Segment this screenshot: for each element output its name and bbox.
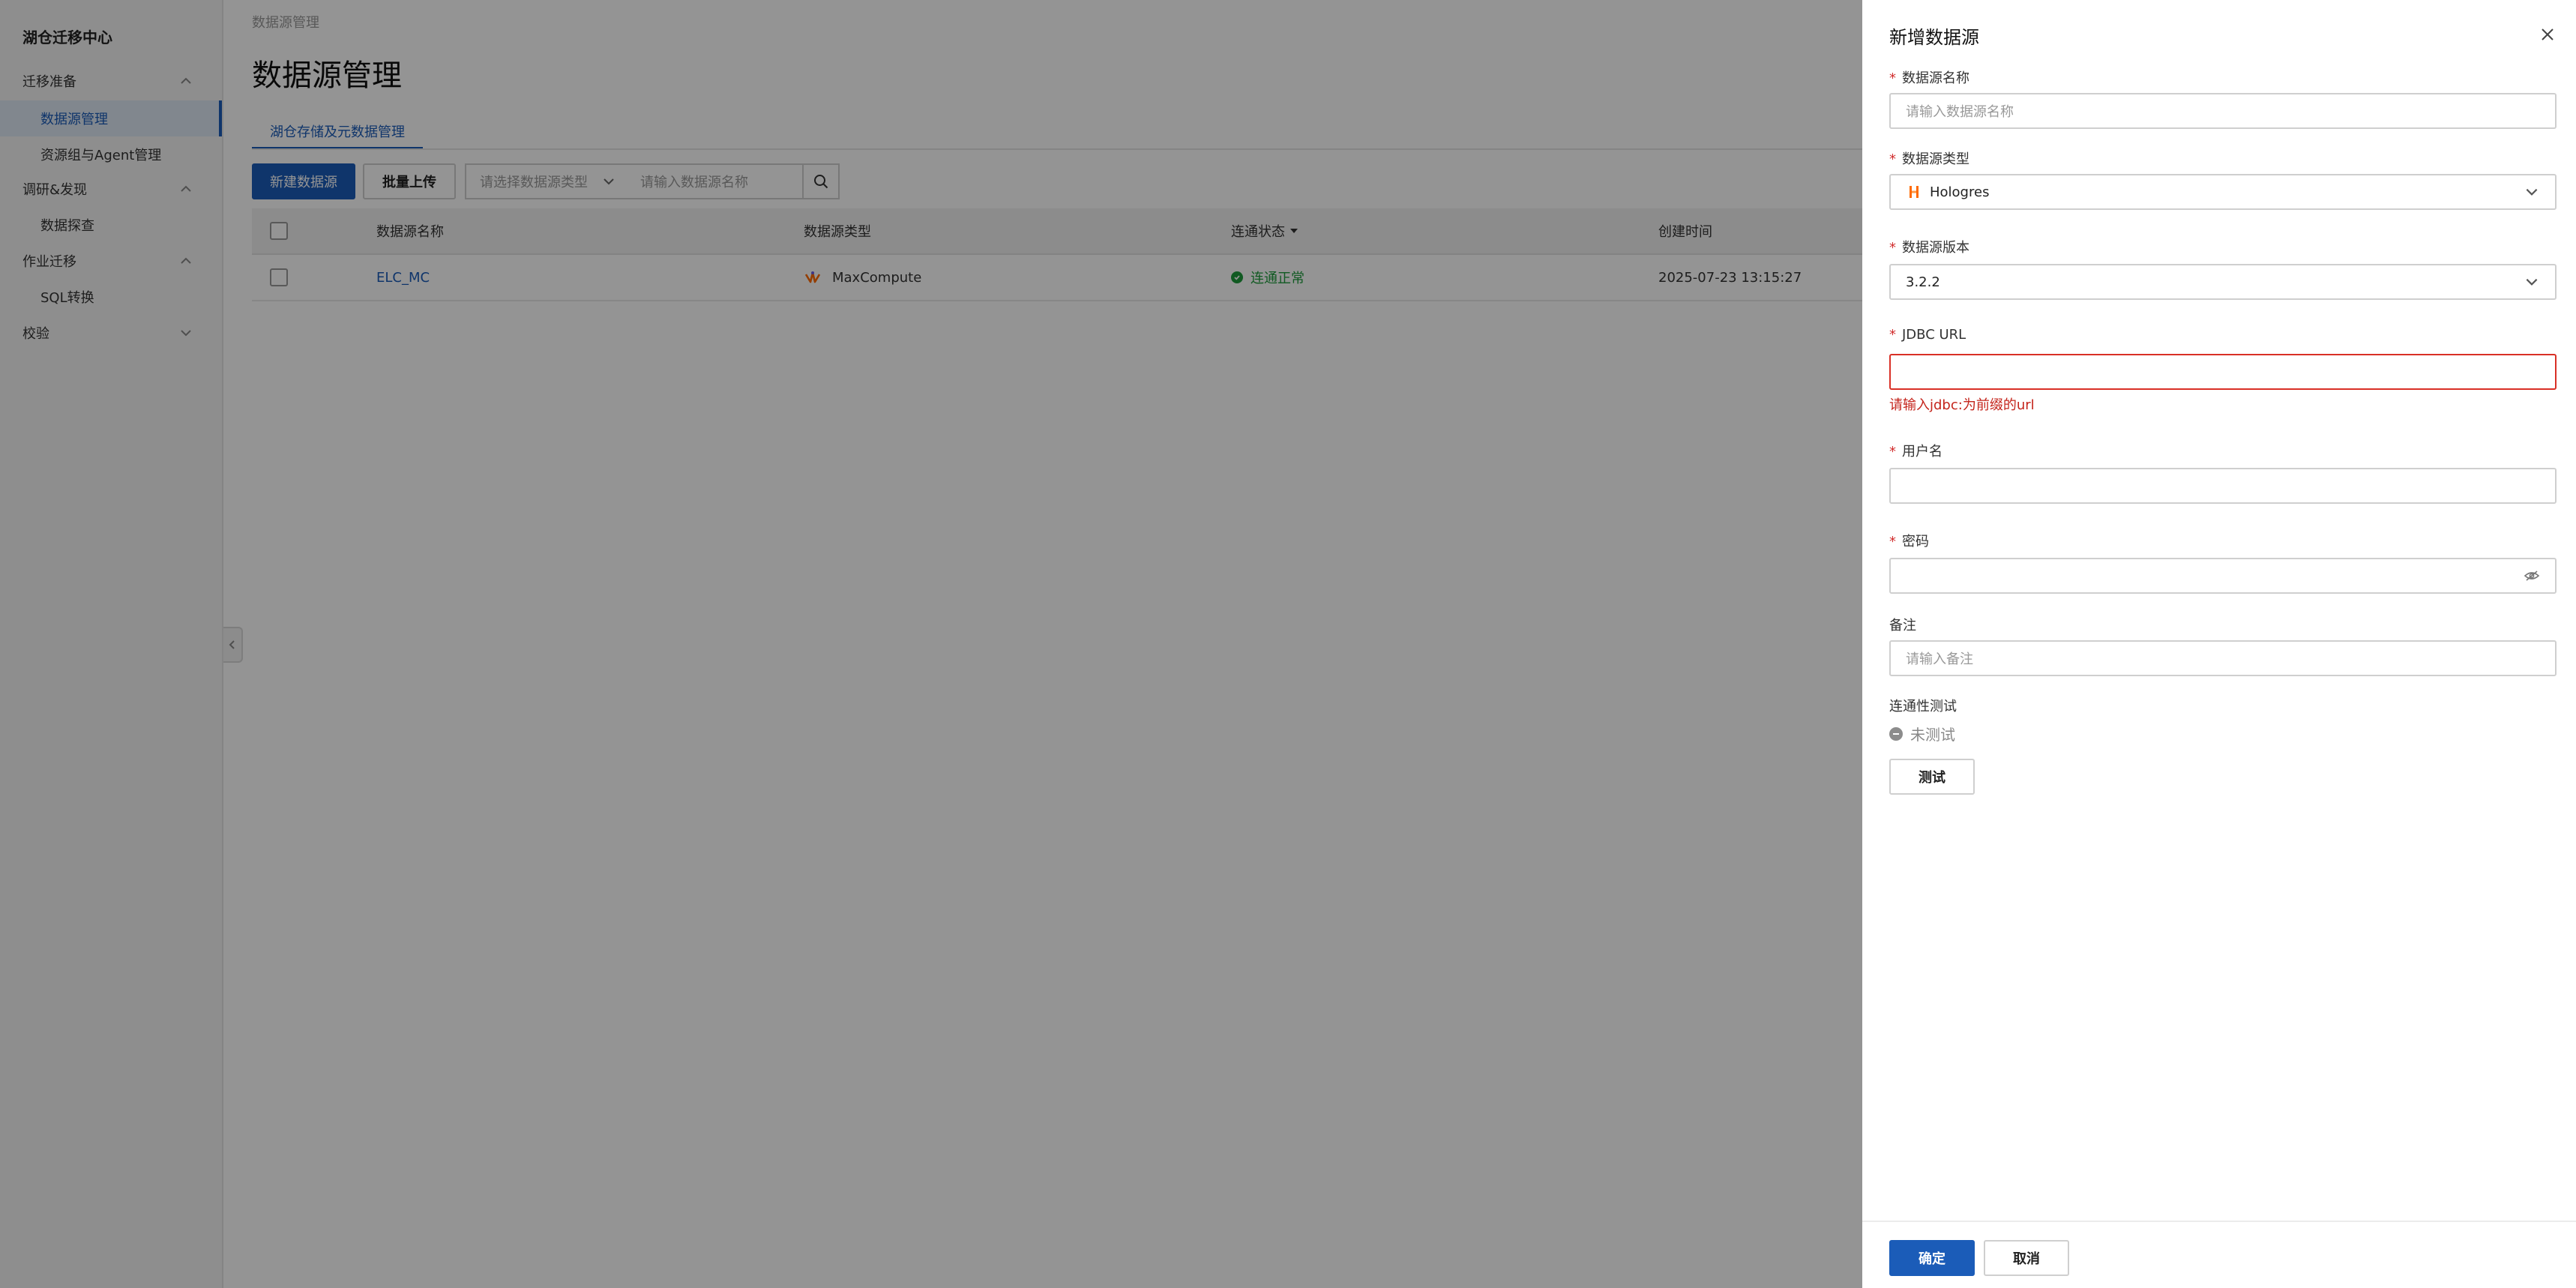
chevron-down-icon <box>2524 274 2540 290</box>
datasource-type-dropdown[interactable]: Hologres <box>1889 174 2557 210</box>
type-selected-value: Hologres <box>1930 184 1990 200</box>
jdbc-error-message: 请输入jdbc:为前缀的url <box>1889 397 2035 413</box>
untested-status-icon <box>1889 726 1903 741</box>
field-label-password: * 密码 <box>1889 534 1929 550</box>
password-input[interactable] <box>1889 558 2557 594</box>
field-label-jdbc: * JDBC URL <box>1889 327 1966 343</box>
datasource-name-input[interactable]: 请输入数据源名称 <box>1889 93 2557 129</box>
version-selected-value: 3.2.2 <box>1906 274 1940 290</box>
confirm-button[interactable]: 确定 <box>1889 1240 1975 1276</box>
eye-hidden-icon[interactable] <box>2524 568 2540 584</box>
close-icon <box>2542 28 2554 40</box>
modal-backdrop[interactable] <box>0 0 1862 1288</box>
name-input-placeholder: 请输入数据源名称 <box>1906 104 2014 120</box>
connectivity-label: 连通性测试 <box>1889 699 1957 714</box>
connectivity-status-text: 未测试 <box>1910 726 1955 744</box>
remark-input[interactable]: 请输入备注 <box>1889 640 2557 676</box>
close-button[interactable] <box>2537 24 2558 45</box>
test-connection-button[interactable]: 测试 <box>1889 759 1975 795</box>
field-label-name: * 数据源名称 <box>1889 70 1969 86</box>
field-label-type: * 数据源类型 <box>1889 151 1969 167</box>
connectivity-status: 未测试 <box>1889 723 1955 744</box>
drawer-title: 新增数据源 <box>1889 27 1979 48</box>
field-label-version: * 数据源版本 <box>1889 240 1969 256</box>
hologres-icon <box>1910 186 1919 198</box>
jdbc-url-input[interactable] <box>1889 354 2557 390</box>
chevron-down-icon <box>2524 184 2540 200</box>
add-datasource-drawer: 新增数据源 * 数据源名称 请输入数据源名称 * 数据源类型 Hologres * 数… <box>1862 0 2576 1288</box>
drawer-footer-divider <box>1862 1221 2576 1222</box>
datasource-version-dropdown[interactable]: 3.2.2 <box>1889 264 2557 300</box>
field-label-remark: 备注 <box>1889 618 1916 634</box>
remark-placeholder: 请输入备注 <box>1906 651 1973 667</box>
cancel-button[interactable]: 取消 <box>1984 1240 2069 1276</box>
field-label-username: * 用户名 <box>1889 444 1942 460</box>
username-input[interactable] <box>1889 468 2557 504</box>
